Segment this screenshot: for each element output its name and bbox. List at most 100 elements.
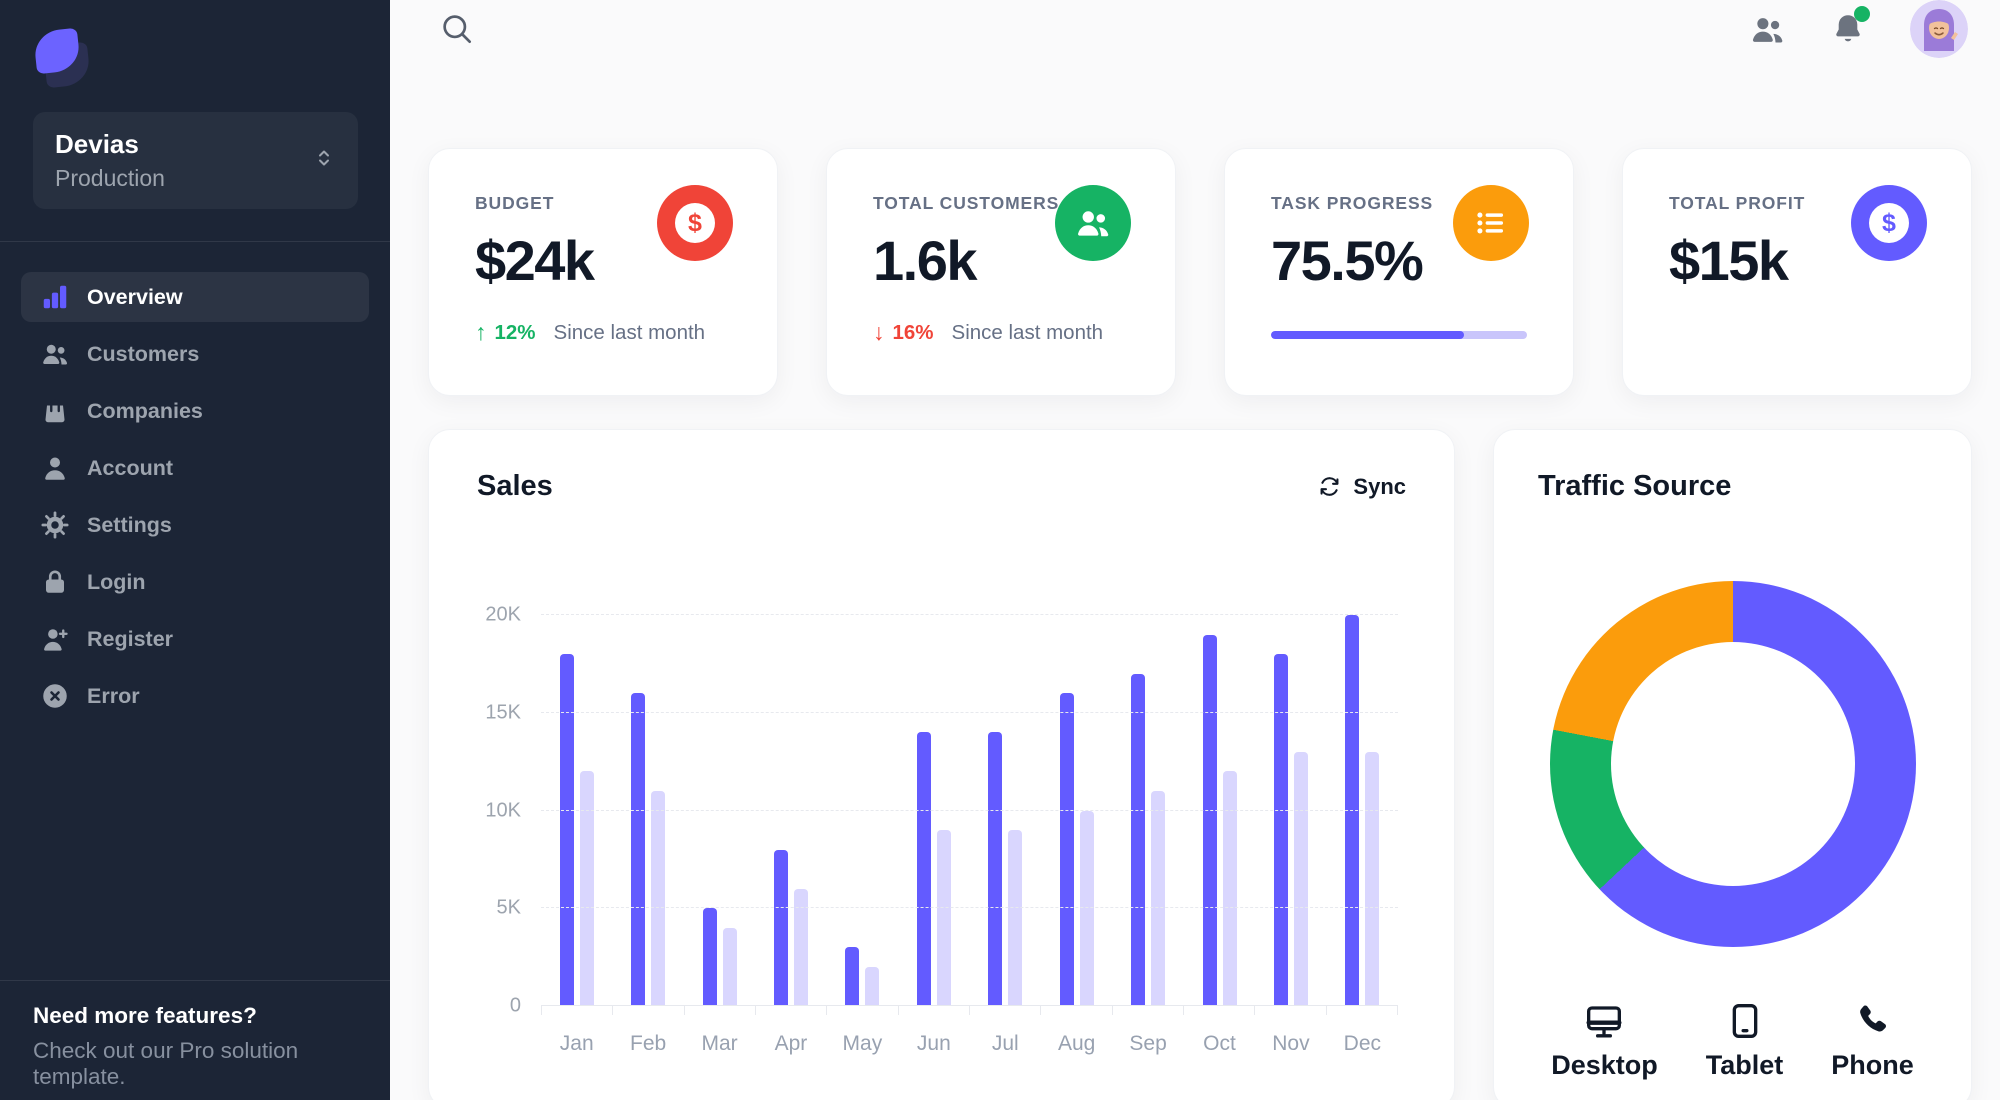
bar [1059,693,1074,1006]
bar [1365,751,1380,1006]
bar [1345,615,1360,1006]
desktop-icon [1586,1006,1622,1038]
bar-group [612,615,683,1006]
traffic-donut-chart [1549,581,1916,947]
legend-label: Phone [1831,1050,1914,1080]
trend-caption: Since last month [951,320,1104,344]
footer-title: Need more features? [33,1003,257,1028]
user-icon [45,457,65,480]
sidebar-item-companies[interactable]: Companies [21,386,369,436]
topbar [390,0,2000,58]
users-icon [1055,185,1131,261]
x-tick-label: Dec [1343,1032,1382,1055]
y-tick-label: 0 [509,994,521,1017]
bar [1008,830,1023,1006]
sidebar-item-settings[interactable]: Settings [21,500,369,550]
footer-subtitle: Check out our Pro solution template. [33,1038,299,1089]
total-profit-card: TOTAL PROFIT $15k $ [1622,148,1972,396]
sidebar-item-error[interactable]: Error [21,671,369,721]
task-progress-card: TASK PROGRESS 75.5% [1224,148,1574,396]
sync-button[interactable]: Sync [1317,474,1406,500]
devias-logo-icon[interactable] [32,27,125,90]
y-tick-label: 15K [485,701,521,724]
lock-icon [46,570,64,593]
sidebar-item-login[interactable]: Login [21,557,369,607]
bar [1222,771,1237,1006]
bar [865,966,880,1006]
bar-group [684,615,755,1006]
shopping-bag-icon [45,399,65,423]
notifications-bell-icon[interactable] [1830,6,1870,47]
sidebar: Devias Production Overview Customers Com… [0,0,390,1100]
sales-bar-chart: 0 5K 10K 15K 20K Jan Feb Mar Apr May Jun Jul Aug Sep… [477,543,1406,1083]
trend-caption: Since last month [553,320,706,344]
chart-bar-icon [43,285,67,309]
workspace-environment: Production [55,165,165,191]
bar [1079,810,1094,1006]
bar [1273,654,1288,1006]
x-tick-label: Feb [630,1032,667,1055]
sidebar-item-label: Customers [87,341,200,366]
trend-row: ↓ 16% Since last month [873,319,1129,346]
notification-dot [1854,6,1870,22]
avatar[interactable] [1910,0,1968,58]
x-tick-label: Jul [991,1032,1019,1055]
arrow-up-icon: ↑ [475,319,487,345]
sidebar-item-account[interactable]: Account [21,443,369,493]
budget-card: BUDGET $24k $ ↑ 12% Since last month [428,148,778,396]
bar [1293,751,1308,1006]
trend-percent: 16% [892,320,934,344]
total-customers-card: TOTAL CUSTOMERS 1.6k ↓ 16% Since last mo… [826,148,1176,396]
sidebar-nav: Overview Customers Companies Account Set… [0,242,390,728]
sidebar-item-overview[interactable]: Overview [21,272,369,322]
sidebar-item-register[interactable]: Register [21,614,369,664]
x-tick-label: Oct [1203,1032,1236,1055]
bar [579,771,594,1006]
bar [1131,673,1146,1006]
arrow-down-icon: ↓ [873,319,885,345]
contacts-icon[interactable] [1749,11,1786,48]
sidebar-item-label: Error [87,683,140,708]
bar [936,830,951,1006]
gear-icon [41,511,69,539]
gridline [541,711,1398,713]
gridline [541,614,1398,615]
sidebar-item-customers[interactable]: Customers [21,329,369,379]
trend-percent: 12% [494,320,536,344]
x-tick-label: Jun [916,1032,951,1055]
traffic-legend: Desktop Tablet Phone [1538,1001,1927,1081]
currency-dollar-icon: $ [657,185,733,261]
bar [631,693,646,1006]
sidebar-item-label: Account [87,455,173,480]
bar [773,849,788,1006]
user-plus-icon [44,629,68,651]
sidebar-item-label: Register [87,626,174,651]
bar-group [898,615,969,1006]
chart-plot-area: 0 5K 10K 15K 20K [485,604,1398,1017]
traffic-source-title: Traffic Source [1538,470,1732,502]
workspace-selector[interactable]: Devias Production [33,112,358,209]
bar-group [970,615,1041,1006]
task-progress-bar [1271,331,1527,339]
legend-item-phone: Phone [1831,1001,1914,1081]
charts-row: Sales Sync 0 5K 10K 15K 20K Jan Feb Mar Apr May J… [428,429,1972,1100]
stat-cards-row: BUDGET $24k $ ↑ 12% Since last month TOT… [428,148,1972,396]
legend-label: Tablet [1705,1050,1784,1080]
bar-group [1112,615,1183,1006]
sidebar-item-label: Overview [87,284,183,309]
x-tick-label: Apr [774,1032,808,1055]
unfold-chevron-icon [312,146,336,175]
arrows-clockwise-icon [1320,477,1339,496]
x-tick-label: Jan [559,1032,594,1055]
sync-label: Sync [1353,473,1406,499]
sidebar-item-label: Companies [87,398,203,423]
donut-hole [1610,642,1855,886]
gridline [541,907,1398,909]
bar-group [755,615,826,1006]
bar [916,732,931,1006]
y-tick-label: 5K [496,896,521,919]
currency-dollar-icon: $ [1851,185,1927,261]
workspace-name: Devias [55,129,139,159]
search-icon[interactable] [438,10,476,48]
x-tick-label: Nov [1272,1032,1310,1055]
